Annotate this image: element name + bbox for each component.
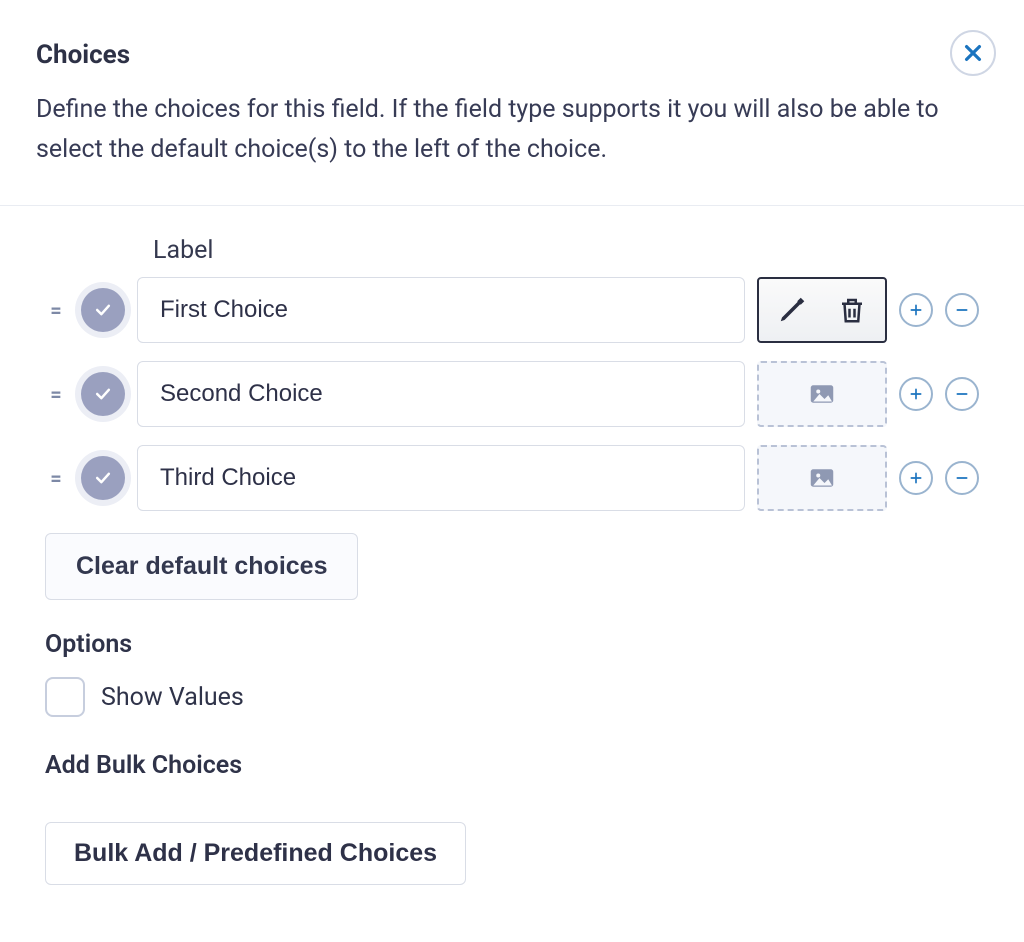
choice-row: [45, 445, 979, 511]
drag-handle-icon[interactable]: [45, 466, 69, 490]
options-heading: Options: [45, 630, 979, 659]
minus-icon: [954, 470, 970, 486]
plus-icon: [908, 470, 924, 486]
default-choice-toggle[interactable]: [81, 456, 125, 500]
section-description: Define the choices for this field. If th…: [36, 90, 956, 169]
remove-choice-button[interactable]: [945, 293, 979, 327]
minus-icon: [954, 386, 970, 402]
bulk-heading: Add Bulk Choices: [45, 751, 979, 780]
choice-label-input[interactable]: [137, 361, 745, 427]
choice-image-control[interactable]: [757, 277, 887, 343]
choice-row: [45, 361, 979, 427]
bulk-add-button[interactable]: Bulk Add / Predefined Choices: [45, 822, 466, 885]
section-title: Choices: [36, 40, 988, 70]
drag-handle-icon[interactable]: [45, 298, 69, 322]
choice-label-input[interactable]: [137, 277, 745, 343]
label-column-heading: Label: [45, 236, 979, 265]
image-icon: [807, 463, 837, 493]
add-choice-button[interactable]: [899, 461, 933, 495]
choice-label-input[interactable]: [137, 445, 745, 511]
trash-icon: [837, 295, 867, 325]
add-choice-button[interactable]: [899, 293, 933, 327]
pencil-icon: [777, 295, 807, 325]
show-values-label: Show Values: [101, 683, 244, 712]
show-values-option: Show Values: [45, 677, 979, 717]
plus-icon: [908, 302, 924, 318]
check-icon: [93, 384, 113, 404]
check-icon: [93, 300, 113, 320]
close-icon: [962, 42, 984, 64]
remove-choice-button[interactable]: [945, 461, 979, 495]
clear-defaults-button[interactable]: Clear default choices: [45, 533, 358, 600]
close-button[interactable]: [950, 30, 996, 76]
drag-handle-icon[interactable]: [45, 382, 69, 406]
default-choice-toggle[interactable]: [81, 372, 125, 416]
choice-image-placeholder[interactable]: [757, 361, 887, 427]
plus-icon: [908, 386, 924, 402]
default-choice-toggle[interactable]: [81, 288, 125, 332]
choice-row: [45, 277, 979, 343]
choice-image-placeholder[interactable]: [757, 445, 887, 511]
show-values-checkbox[interactable]: [45, 677, 85, 717]
check-icon: [93, 468, 113, 488]
add-choice-button[interactable]: [899, 377, 933, 411]
image-icon: [807, 379, 837, 409]
remove-choice-button[interactable]: [945, 377, 979, 411]
minus-icon: [954, 302, 970, 318]
